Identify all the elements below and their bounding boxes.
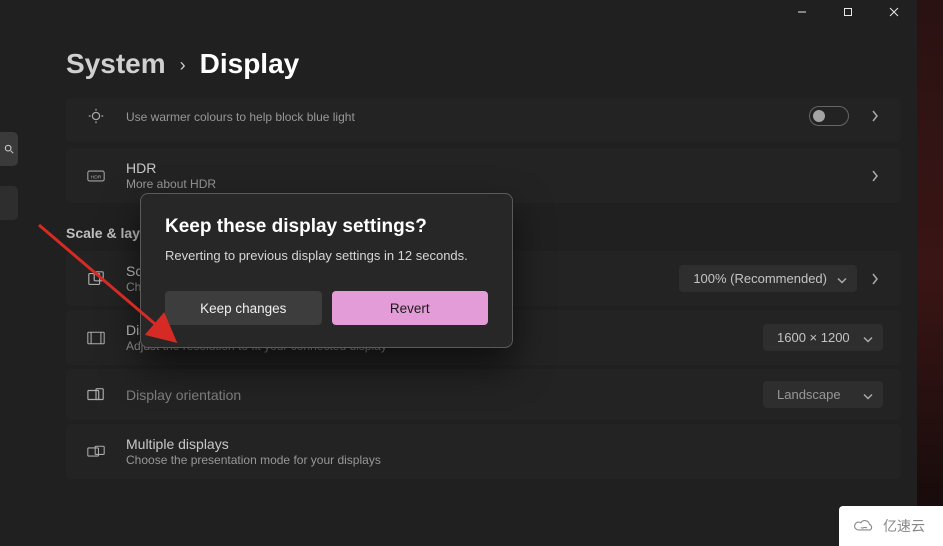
search-icon [4,144,14,154]
chevron-down-icon [863,330,873,345]
card-chevron[interactable] [867,168,883,184]
window-right-backdrop [917,0,943,546]
card-orientation-title: Display orientation [126,387,745,403]
dialog-message: Reverting to previous display settings i… [165,248,488,263]
breadcrumb-root[interactable]: System [66,48,166,80]
toggle-knob [813,110,825,122]
close-icon [889,7,899,17]
dialog-title: Keep these display settings? [165,216,488,238]
card-multiple-title: Multiple displays [126,436,883,452]
rail-button-settings[interactable] [0,186,18,220]
minimize-icon [797,7,807,17]
card-night-light-subtitle: Use warmer colours to help block blue li… [126,110,791,124]
card-multiple-subtitle: Choose the presentation mode for your di… [126,453,883,467]
chevron-right-icon: › [180,55,186,76]
orientation-value: Landscape [777,387,841,402]
maximize-icon [843,7,853,17]
hdr-icon: HDR [84,164,108,188]
revert-button[interactable]: Revert [332,291,489,325]
svg-text:HDR: HDR [91,174,102,180]
left-nav-rail [0,132,18,220]
orientation-select[interactable]: Landscape [763,381,883,408]
resolution-icon [84,326,108,350]
card-hdr-subtitle[interactable]: More about HDR [126,177,849,191]
night-light-toggle[interactable] [809,106,849,126]
close-button[interactable] [871,0,917,24]
chevron-down-icon [863,387,873,402]
keep-settings-dialog: Keep these display settings? Reverting t… [140,193,513,348]
minimize-button[interactable] [779,0,825,24]
keep-changes-button[interactable]: Keep changes [165,291,322,325]
watermark-text: 亿速云 [883,516,925,536]
maximize-button[interactable] [825,0,871,24]
rail-button-search[interactable] [0,132,18,166]
resolution-value: 1600 × 1200 [777,330,850,345]
resolution-select[interactable]: 1600 × 1200 [763,324,883,351]
card-orientation[interactable]: Display orientation Landscape [66,369,901,420]
chevron-down-icon [837,271,847,286]
breadcrumb: System › Display [66,48,901,80]
orientation-icon [84,383,108,407]
multiple-displays-icon [84,440,108,464]
card-chevron[interactable] [867,271,883,287]
card-night-light[interactable]: Use warmer colours to help block blue li… [66,98,901,142]
card-chevron[interactable] [867,108,883,124]
cloud-icon [853,518,875,534]
breadcrumb-page: Display [200,48,300,80]
scale-icon [84,267,108,291]
card-multiple-displays[interactable]: Multiple displays Choose the presentatio… [66,424,901,479]
scale-select[interactable]: 100% (Recommended) [679,265,857,292]
window-titlebar [779,0,917,24]
scale-value: 100% (Recommended) [693,271,827,286]
watermark: 亿速云 [839,506,943,546]
night-light-icon [84,104,108,128]
card-hdr-title: HDR [126,160,849,176]
